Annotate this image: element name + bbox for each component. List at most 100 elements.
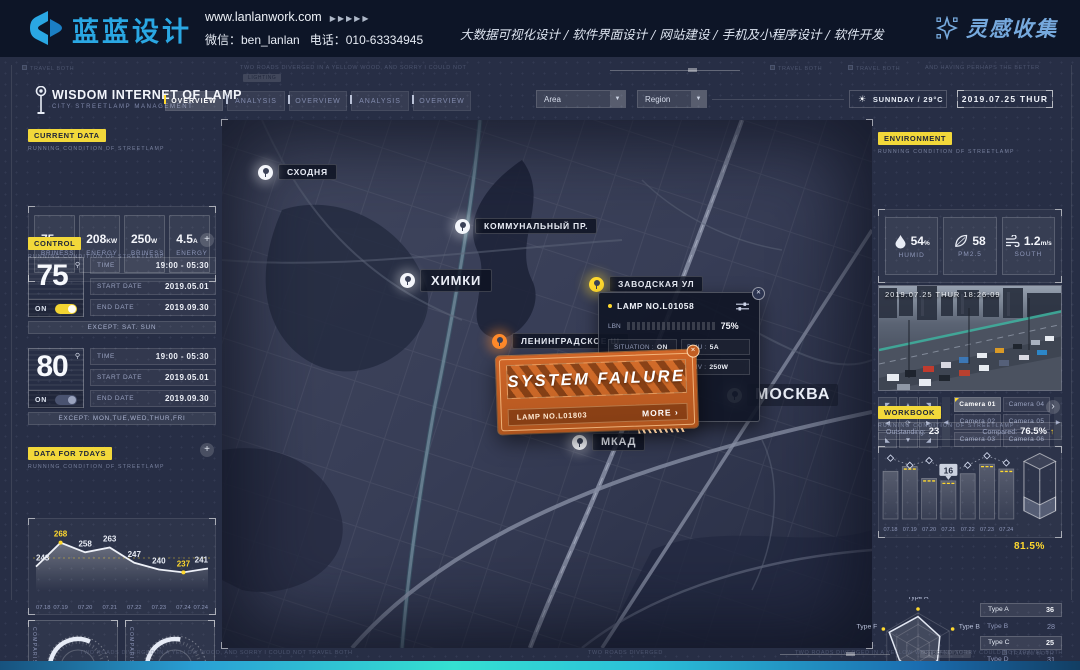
- current-data-subtitle: RUNNING CONDITION OF STREETLAMP: [28, 146, 216, 152]
- deco-street-lamp-chip: STREET LAMP: [920, 650, 971, 658]
- brightness-level-box: ⚲ 80 ON: [28, 348, 84, 408]
- sliders-icon[interactable]: [735, 302, 750, 311]
- camera-timestamp: 2019.07.25 THUR 18:26:09: [885, 290, 1001, 299]
- map-poi-kommunalny[interactable]: КОММУНАЛЬНЫЙ ПР.: [455, 218, 597, 234]
- start-date-row[interactable]: START DATE2019.05.01: [90, 278, 216, 295]
- failure-lamp-id: LAMP NO.L01803: [517, 410, 588, 421]
- chevron-down-icon[interactable]: ▼: [691, 91, 706, 107]
- deco-text: AND HAVING PERHAPS THE BETTER: [925, 65, 1040, 71]
- type-a-row[interactable]: Type A36: [980, 603, 1062, 618]
- collect-link[interactable]: 灵感收集: [935, 13, 1058, 43]
- svg-text:07.20: 07.20: [78, 605, 93, 611]
- camera-feed[interactable]: 2019.07.25 THUR 18:26:09: [878, 285, 1062, 391]
- url-text[interactable]: www.lanlanwork.com: [205, 10, 322, 24]
- workbook-title: WORKBOOK: [878, 406, 941, 419]
- except-bar: EXCEPT: MON,TUE,WED,THUR,FRI: [28, 412, 216, 425]
- deco-text: TWO ROADS DIVERGED: [588, 650, 663, 656]
- workbook-percent: 81.5%: [1014, 541, 1045, 552]
- power-toggle[interactable]: [55, 395, 77, 405]
- header-divider: [712, 99, 844, 100]
- deco-text: TWO ROADS DIVERGED IN A YELLOW WOOD, AND…: [80, 650, 353, 656]
- tab-overview-3[interactable]: OVERVIEW: [413, 91, 471, 111]
- add-control-button[interactable]: +: [200, 233, 214, 247]
- site-url[interactable]: www.lanlanwork.com▶▶▶▶▶: [205, 10, 370, 24]
- brightness-level-box: ⚲ 75 ON: [28, 257, 84, 317]
- lamp-pin-icon: [455, 219, 470, 234]
- tab-analysis-2[interactable]: ANALYSIS: [351, 91, 409, 111]
- on-label: ON: [35, 397, 47, 404]
- lbn-progress: [627, 322, 715, 330]
- up-arrow-icon: ↑: [1050, 427, 1054, 436]
- type-b-row[interactable]: Type B28: [980, 619, 1062, 634]
- except-bar: EXCEPT: SAT. SUN: [28, 321, 216, 334]
- svg-text:237: 237: [177, 559, 191, 568]
- wind-icon: [1005, 235, 1020, 247]
- control-title: CONTROL: [28, 237, 81, 250]
- logo-text: 蓝蓝设计: [72, 10, 192, 49]
- current-data-title: CURRENT DATA: [28, 129, 106, 142]
- svg-text:07.19: 07.19: [903, 527, 917, 533]
- close-icon[interactable]: ✕: [752, 287, 765, 300]
- area-select[interactable]: Area ▼: [536, 90, 626, 108]
- bulb-icon: ⚲: [75, 352, 80, 360]
- environment-header: ENVIRONMENT RUNNING CONDITION OF STREETL…: [878, 128, 1062, 155]
- failure-title: SYSTEM FAILURE: [507, 366, 686, 391]
- wind-tile: 1.2m/s SOUTH: [1002, 217, 1055, 275]
- tab-bar: OVERVIEW ANALYSIS OVERVIEW ANALYSIS OVER…: [165, 91, 471, 111]
- date-text: 2019.07.25 THUR: [962, 94, 1049, 104]
- bottom-accent-bar: [0, 661, 1080, 670]
- tab-overview-1[interactable]: OVERVIEW: [165, 91, 223, 111]
- phone: 电话：010-63334945: [310, 33, 423, 47]
- region-select-value: Region: [638, 95, 691, 104]
- expand-chart-button[interactable]: +: [200, 443, 214, 457]
- cube-widget: [1019, 447, 1061, 537]
- start-date-row[interactable]: START DATE2019.05.01: [90, 369, 216, 386]
- svg-text:Type A: Type A: [908, 597, 929, 601]
- camera-scene: [879, 286, 1062, 391]
- sun-icon: ☀: [858, 94, 867, 105]
- svg-text:07.24: 07.24: [999, 527, 1013, 533]
- lamp-pin-icon: [400, 273, 415, 288]
- workbook-chart: 1607.1807.1907.2007.2107.2207.2307.24: [878, 446, 1062, 538]
- end-date-row[interactable]: END DATE2019.09.30: [90, 390, 216, 407]
- map-poi-skhodnya[interactable]: СХОДНЯ: [258, 164, 337, 180]
- svg-text:263: 263: [103, 534, 117, 543]
- tab-overview-2[interactable]: OVERVIEW: [289, 91, 347, 111]
- svg-text:07.20: 07.20: [922, 527, 936, 533]
- map-poi-zavodskaya[interactable]: ЗАВОДСКАЯ УЛ: [589, 276, 703, 292]
- lamp-pin-icon: [258, 165, 273, 180]
- weather-text: SUNNDAY / 29°C: [873, 95, 943, 104]
- workbook-next-button[interactable]: ›: [1046, 400, 1060, 414]
- power-toggle[interactable]: [55, 304, 77, 314]
- end-date-row[interactable]: END DATE2019.09.30: [90, 299, 216, 316]
- map-poi-khimki[interactable]: ХИМКИ: [400, 269, 492, 292]
- time-row[interactable]: TIME19:00 - 05:30: [90, 348, 216, 365]
- status-dot: [608, 304, 612, 308]
- lamp-pin-icon-yellow: [589, 277, 604, 292]
- svg-text:07.18: 07.18: [884, 527, 898, 533]
- bulb-icon: ⚲: [75, 261, 80, 269]
- svg-text:07.24: 07.24: [193, 605, 208, 611]
- seven-days-subtitle: RUNNING CONDITION OF STREETLAMP: [28, 464, 216, 470]
- svg-text:Type F: Type F: [857, 624, 878, 631]
- star-icon: [935, 16, 959, 40]
- svg-text:07.23: 07.23: [152, 605, 167, 611]
- time-row[interactable]: TIME19:00 - 05:30: [90, 257, 216, 274]
- svg-text:07.19: 07.19: [53, 605, 68, 611]
- system-failure-popup: ✕ SYSTEM FAILURE LAMP NO.L01803 MORE ›: [496, 350, 699, 435]
- svg-text:Type B: Type B: [959, 624, 980, 631]
- streetlamp-icon: [34, 86, 48, 116]
- left-edge-line: [11, 65, 12, 600]
- svg-text:07.22: 07.22: [961, 527, 975, 533]
- services-text: 大数据可视化设计 / 软件界面设计 / 网站建设 / 手机及小程序设计 / 软件…: [460, 24, 910, 43]
- more-button[interactable]: MORE ›: [642, 407, 679, 418]
- chevron-down-icon[interactable]: ▼: [610, 91, 625, 107]
- control-rows: TIME19:00 - 05:30 START DATE2019.05.01 E…: [90, 257, 216, 320]
- tab-analysis-1[interactable]: ANALYSIS: [227, 91, 285, 111]
- collect-label[interactable]: 灵感收集: [966, 13, 1058, 43]
- dashboard: TRAVEL BOTH TWO ROADS DIVERGED IN A YELL…: [0, 57, 1080, 670]
- region-select[interactable]: Region ▼: [637, 90, 707, 108]
- control-header: CONTROL RUNNING CONDITION OF STREETLAMP: [28, 233, 216, 260]
- map-poi-mkad[interactable]: МКАД: [572, 433, 645, 451]
- site-header: 蓝蓝设计 www.lanlanwork.com▶▶▶▶▶ 微信：ben_lanl…: [0, 0, 1080, 57]
